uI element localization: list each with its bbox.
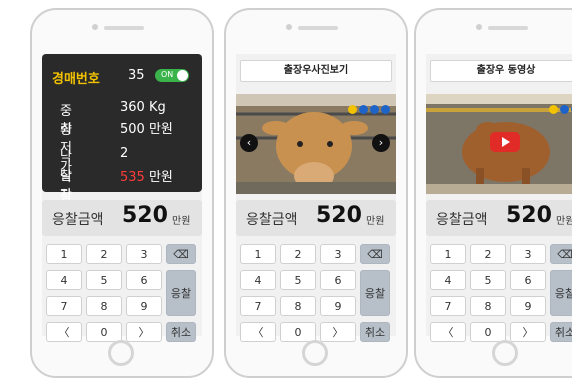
keypad-key[interactable]: 〈 (46, 322, 82, 342)
keypad-key[interactable]: 7 (240, 296, 276, 316)
bid-amount-box: 응찰금액 520 만원 (42, 200, 202, 236)
bid-amount-unit: 만원 (366, 216, 385, 227)
chevron-right-icon[interactable]: › (372, 134, 390, 152)
speaker (104, 26, 144, 30)
speaker (488, 26, 528, 30)
bid-amount-unit: 만원 (172, 216, 191, 227)
phone-photo-view: 출장우사진보기 ‹ › 응찰금액 520 만원 1 2 3 4 5 6 7 8 … (224, 8, 408, 378)
toggle-knob (177, 70, 188, 81)
keypad-key[interactable]: 2 (470, 244, 506, 264)
chevron-left-icon[interactable]: ‹ (240, 134, 258, 152)
bid-amount-value: 520 (316, 203, 362, 228)
indicator-dot[interactable] (370, 105, 379, 114)
keypad-key[interactable]: 3 (126, 244, 162, 264)
bid-amount-value: 520 (506, 203, 552, 228)
screen: 출장우사진보기 ‹ › 응찰금액 520 만원 1 2 3 4 5 6 7 8 … (236, 54, 396, 342)
toggle-label: ON (161, 70, 174, 79)
phone-video-view: 출장우 동영상 응찰금액 520 만원 1 2 3 4 5 6 7 8 9 〈 0 〉 ⌫ 응찰취소 (414, 8, 572, 378)
screen: 출장우 동영상 응찰금액 520 만원 1 2 3 4 5 6 7 8 9 〈 0 〉 ⌫ 응찰취소 (426, 54, 572, 342)
indicator-dot[interactable] (549, 105, 558, 114)
front-camera (476, 24, 482, 30)
final-price-value: 535 만원 (120, 166, 173, 185)
keypad-key[interactable]: 8 (470, 296, 506, 316)
home-button[interactable] (108, 340, 134, 366)
bid-button[interactable]: 응찰 (550, 270, 572, 316)
final-price-unit: 만원 (144, 170, 173, 185)
front-camera (92, 24, 98, 30)
keypad-key[interactable]: 〈 (430, 322, 466, 342)
auction-number-label: 경매번호 (52, 72, 100, 87)
keypad-key[interactable]: 1 (430, 244, 466, 264)
home-button[interactable] (492, 340, 518, 366)
bid-amount-box: 응찰금액 520 만원 (426, 200, 572, 236)
indicator-dot[interactable] (359, 105, 368, 114)
speaker (298, 26, 338, 30)
auction-number: 35 (128, 68, 145, 83)
carousel-indicators (346, 99, 390, 118)
cancel-button[interactable]: 취소 (360, 322, 390, 342)
bid-amount-label: 응찰금액 (436, 212, 488, 228)
keypad-key[interactable]: 9 (126, 296, 162, 316)
backspace-icon[interactable]: ⌫ (166, 244, 196, 264)
keypad-key[interactable]: 2 (280, 244, 316, 264)
carousel-indicators (547, 99, 572, 118)
video-header: 출장우 동영상 (430, 60, 572, 82)
backspace-icon[interactable]: ⌫ (360, 244, 390, 264)
keypad-key[interactable]: 0 (470, 322, 506, 342)
keypad-key[interactable]: 〉 (320, 322, 356, 342)
min-price-value: 500 만원 (120, 122, 173, 137)
final-price-number: 535 (120, 170, 145, 185)
cow-video (426, 94, 572, 194)
cancel-button[interactable]: 취소 (166, 322, 196, 342)
keypad-key[interactable]: 〉 (510, 322, 546, 342)
keypad-key[interactable]: 5 (470, 270, 506, 290)
cow-photo: ‹ › (236, 94, 396, 194)
keypad-key[interactable]: 1 (240, 244, 276, 264)
backspace-icon[interactable]: ⌫ (550, 244, 572, 264)
bid-button[interactable]: 응찰 (360, 270, 390, 316)
phone-auction-info: 경매번호 35 ON 중량 360 Kg 최저가 500 만원 낙찰자 2 낙찰… (30, 8, 214, 378)
bid-button[interactable]: 응찰 (166, 270, 196, 316)
keypad-key[interactable]: 6 (126, 270, 162, 290)
photo-header: 출장우사진보기 (240, 60, 392, 82)
keypad-key[interactable]: 5 (280, 270, 316, 290)
front-camera (286, 24, 292, 30)
bid-amount-unit: 만원 (556, 216, 572, 227)
keypad-key[interactable]: 4 (240, 270, 276, 290)
auction-toggle[interactable]: ON (155, 69, 189, 82)
keypad-key[interactable]: 7 (46, 296, 82, 316)
weight-value: 360 Kg (120, 100, 166, 115)
bidders-value: 2 (120, 146, 129, 161)
keypad-key[interactable]: 2 (86, 244, 122, 264)
bid-amount-value: 520 (122, 203, 168, 228)
screen: 경매번호 35 ON 중량 360 Kg 최저가 500 만원 낙찰자 2 낙찰… (42, 54, 202, 342)
bid-amount-label: 응찰금액 (52, 212, 104, 228)
keypad-key[interactable]: 9 (510, 296, 546, 316)
indicator-dot[interactable] (560, 105, 569, 114)
indicator-dot[interactable] (348, 105, 357, 114)
keypad-key[interactable]: 3 (510, 244, 546, 264)
keypad-key[interactable]: 〈 (240, 322, 276, 342)
bid-amount-label: 응찰금액 (246, 212, 298, 228)
keypad-key[interactable]: 5 (86, 270, 122, 290)
keypad-key[interactable]: 〉 (126, 322, 162, 342)
bid-amount-box: 응찰금액 520 만원 (236, 200, 396, 236)
keypad-key[interactable]: 8 (86, 296, 122, 316)
auction-info-panel: 경매번호 35 ON 중량 360 Kg 최저가 500 만원 낙찰자 2 낙찰… (42, 54, 202, 223)
cancel-button[interactable]: 취소 (550, 322, 572, 342)
keypad-key[interactable]: 4 (46, 270, 82, 290)
keypad-key[interactable]: 7 (430, 296, 466, 316)
keypad-key[interactable]: 6 (320, 270, 356, 290)
play-icon[interactable] (490, 132, 520, 152)
indicator-dot[interactable] (381, 105, 390, 114)
keypad-key[interactable]: 3 (320, 244, 356, 264)
keypad-key[interactable]: 9 (320, 296, 356, 316)
keypad-key[interactable]: 8 (280, 296, 316, 316)
home-button[interactable] (302, 340, 328, 366)
keypad-key[interactable]: 0 (86, 322, 122, 342)
keypad-key[interactable]: 1 (46, 244, 82, 264)
keypad-key[interactable]: 6 (510, 270, 546, 290)
keypad-key[interactable]: 0 (280, 322, 316, 342)
keypad-key[interactable]: 4 (430, 270, 466, 290)
